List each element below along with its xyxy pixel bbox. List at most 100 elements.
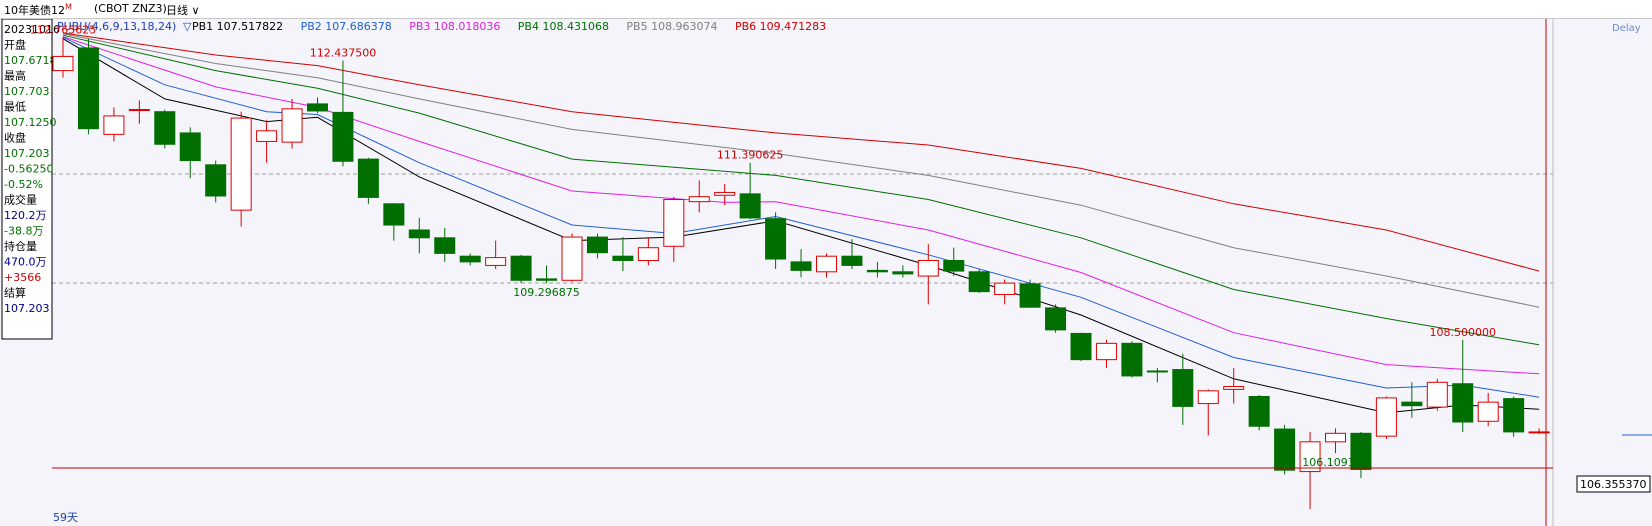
info-panel-line: 107.203 [4,147,50,160]
candle-body [281,108,303,143]
candle-body [256,130,278,142]
chart-area[interactable]: 20231016开盘107.6718最高107.703最低107.1250收盘1… [0,19,1652,526]
info-panel-line: 107.1250 [4,116,57,129]
symbol-title[interactable]: 10年美债12M [4,2,72,18]
candle-body [663,199,685,247]
info-panel-line: 107.203 [4,302,50,315]
legend-item-pb1: PB1 107.517822 [192,20,283,33]
candle [77,38,99,135]
info-panel-line: 收盘 [4,131,26,145]
info-panel-line: -0.56250 [4,163,53,176]
info-panel-line: 结算 [4,286,26,300]
candle-body [612,255,634,261]
candle-body [561,236,583,281]
candle-body [1045,307,1067,331]
price-annotation: 109.296875 [513,286,579,299]
candle [1070,332,1092,362]
candle [968,268,990,294]
candle-body [1375,397,1397,437]
period-label: 日线 [166,4,188,17]
candle-body [1121,342,1143,377]
candle-body [1146,370,1168,373]
price-annotation: 111.390625 [717,149,783,162]
info-panel-line: 最高 [4,69,26,83]
candle-body [1477,401,1499,422]
candle-body [383,203,405,226]
candle-body [892,271,914,275]
candle-body [1325,432,1346,443]
info-panel-line: 最低 [4,101,26,114]
candle-body [434,237,456,254]
candle-body [179,132,201,162]
candle-body [688,196,710,203]
price-annotation: 112.437500 [310,47,376,60]
price-annotation: 112.765625 [30,23,96,36]
candle-body [1248,395,1270,427]
candle [357,157,379,204]
info-panel-line: -0.52% [4,178,43,191]
candle-body [357,158,379,198]
info-panel-line: 470.0万 [4,256,47,269]
candle-body [1172,369,1194,407]
candle-body [1019,283,1041,308]
legend-item-pb4: PB4 108.431068 [518,20,609,33]
candle [205,160,227,203]
legend-item-pb5: PB5 108.963074 [626,20,717,33]
candle-body [332,111,354,162]
candle-body [1274,428,1296,471]
candle-body [968,271,990,293]
legend-item-pb6: PB6 109.471283 [735,20,826,33]
candle-body [1095,342,1117,361]
candle [561,233,583,282]
crosshair-price-value: 106.355370 [1580,478,1646,491]
candle-body [714,191,736,196]
period-selector[interactable]: 日线 ∨ [166,2,200,18]
candle-body [790,261,812,271]
price-axis-panel [1553,19,1652,526]
candle-body [1401,401,1423,407]
candle-body [230,117,252,211]
candle-body [103,115,125,135]
legend-item-pb3: PB3 108.018036 [409,20,500,33]
candle [1375,396,1397,439]
candle-body [77,47,99,130]
symbol-month-badge: M [65,2,72,12]
candle-body [866,269,888,273]
price-annotation: 106.109375 [1302,456,1368,469]
candle [230,111,252,227]
legend-item-pb2: PB2 107.686378 [301,20,392,33]
candle-body [307,103,328,112]
candle [510,254,532,284]
candle-body [485,257,507,266]
candle-body [1070,332,1092,361]
candle-body [459,255,481,263]
info-panel-line: 107.703 [4,85,50,98]
candle-body [1223,386,1245,390]
candle-body [994,282,1016,295]
candle [1274,424,1296,475]
indicator-menu-icon[interactable]: ▽ [183,20,192,33]
candle [1426,378,1448,411]
candle [154,109,176,149]
candle-body [637,247,659,261]
candle-body [765,218,787,260]
candle-body [739,193,761,219]
candle [1019,279,1041,308]
candle-body [1197,390,1219,405]
candle-body [154,111,176,145]
chevron-down-icon: ∨ [191,4,200,17]
info-panel-line: +3566 [4,271,41,284]
candle-body [52,55,74,72]
candle-body [917,259,939,277]
candle [1045,304,1067,333]
info-panel-line: -38.8万 [4,225,43,238]
info-panel-line: 成交量 [4,193,37,207]
info-panel-line: 107.6718 [4,54,57,67]
candle-body [1452,383,1474,423]
candle-body [1426,381,1448,408]
bottom-period-label: 59天 [53,511,78,524]
candle-body [510,255,532,281]
candle [1503,396,1525,437]
candle [1121,341,1143,378]
candle-body [943,259,965,272]
